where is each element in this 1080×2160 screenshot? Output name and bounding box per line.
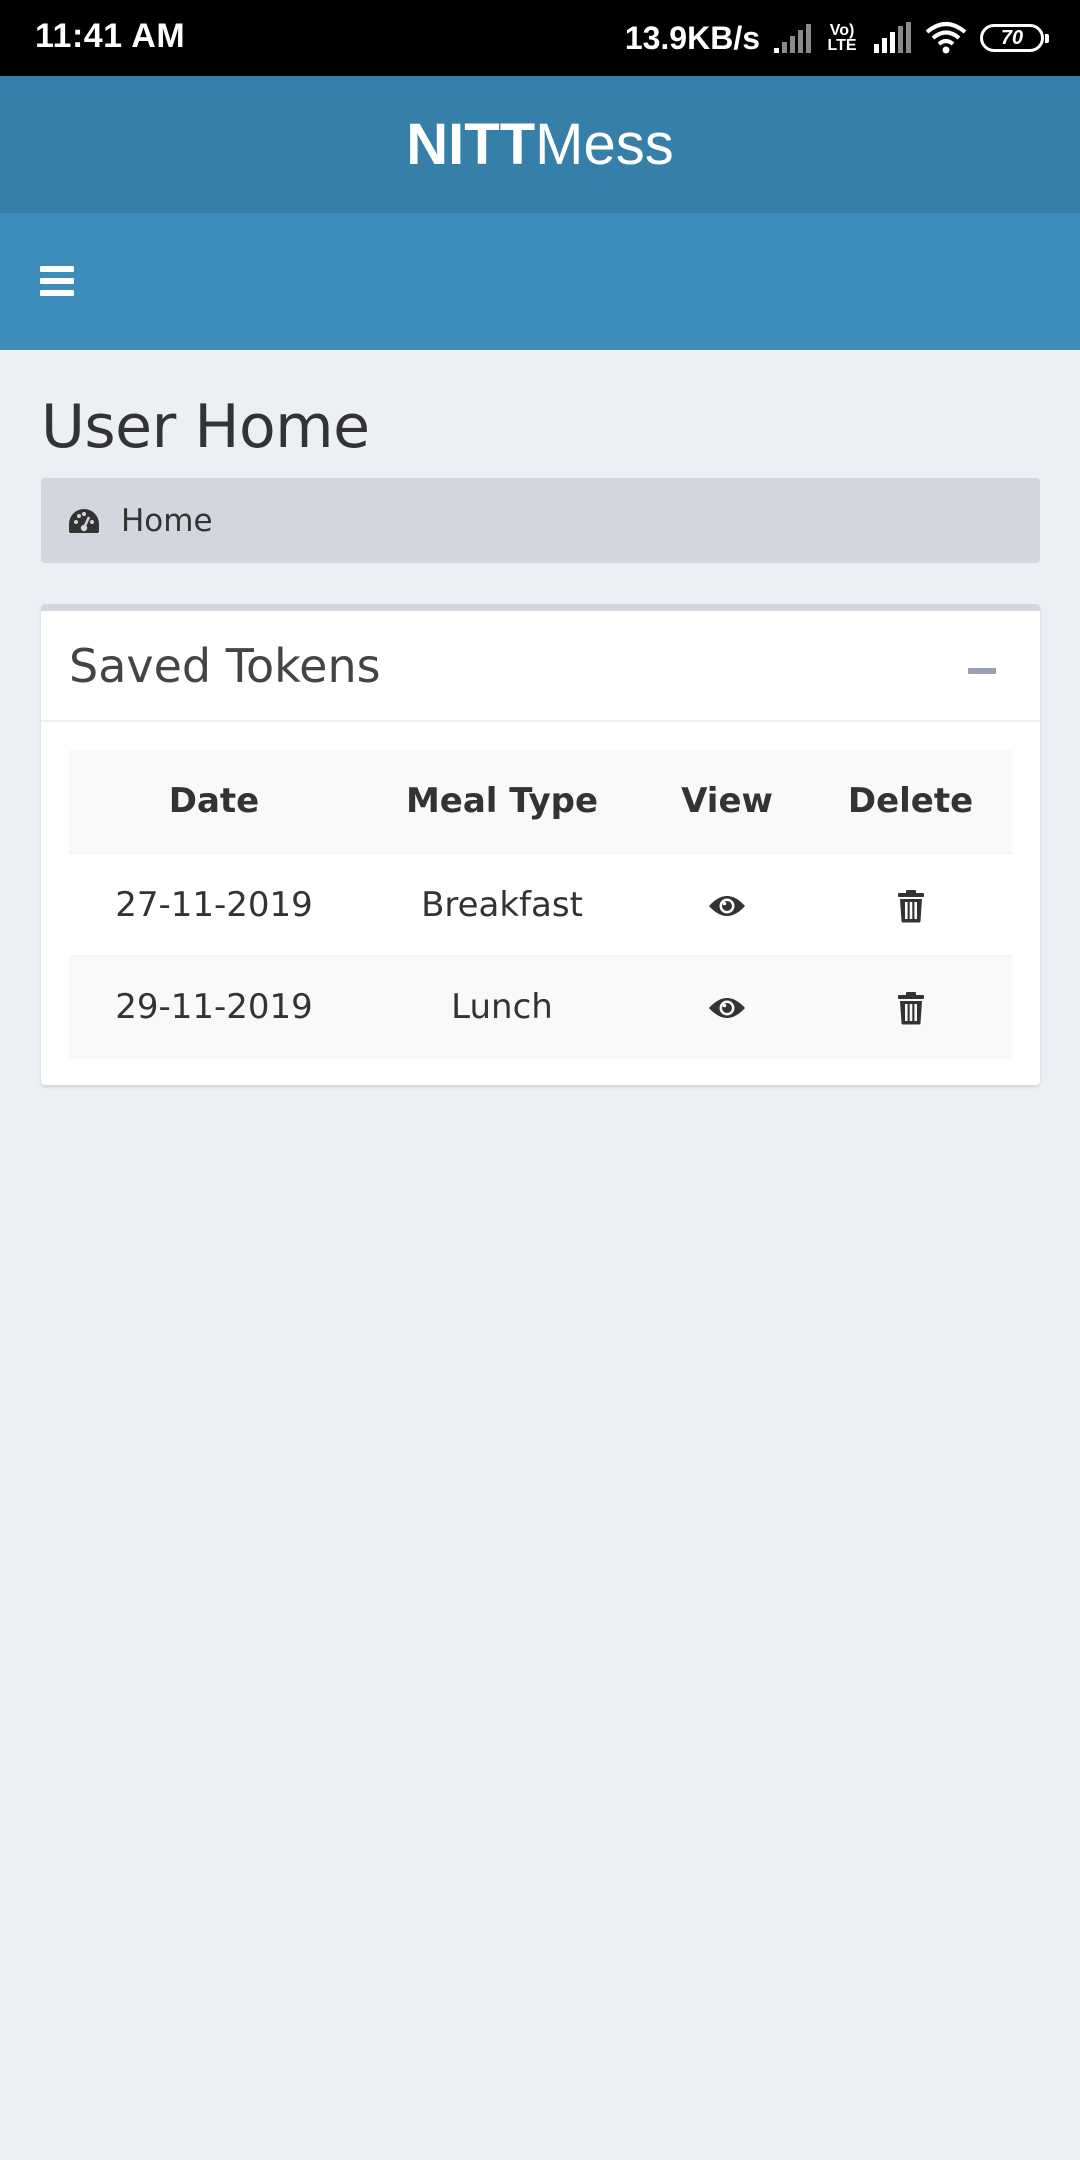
logo-light-text: Mess	[535, 112, 674, 177]
status-indicators: 13.9KB/s Vo) LTE 70	[624, 14, 1049, 62]
minus-icon	[968, 668, 996, 674]
token-date: 27-11-2019	[69, 853, 359, 956]
delete-cell	[809, 955, 1012, 1058]
column-header-meal-type: Meal Type	[359, 750, 645, 854]
signal-icon	[774, 24, 811, 53]
status-time: 11:41 AM	[35, 17, 186, 55]
eye-icon[interactable]	[707, 893, 747, 919]
column-header-date: Date	[69, 750, 359, 854]
token-date: 29-11-2019	[69, 955, 359, 1058]
table-row: 29-11-2019 Lunch	[69, 955, 1012, 1058]
volte-icon: Vo) LTE	[824, 22, 860, 54]
page-title: User Home	[41, 392, 370, 462]
status-bar: 11:41 AM 13.9KB/s Vo) LTE 70	[0, 0, 1080, 76]
box-title: Saved Tokens	[69, 639, 381, 693]
network-speed: 13.9KB/s	[624, 19, 760, 56]
trash-icon[interactable]	[897, 889, 925, 923]
box-header: Saved Tokens	[41, 611, 1040, 722]
table-row: 27-11-2019 Breakfast	[69, 853, 1012, 956]
saved-tokens-box: Saved Tokens Date Meal Type View Delete …	[41, 604, 1040, 1085]
view-cell	[645, 955, 809, 1058]
column-header-delete: Delete	[809, 750, 1012, 854]
token-meal-type: Breakfast	[359, 853, 645, 956]
volte-line-1: Vo)	[829, 22, 855, 39]
wifi-icon	[925, 22, 967, 54]
app-logo[interactable]: NITT Mess	[0, 76, 1080, 213]
column-header-view: View	[645, 750, 809, 854]
hamburger-menu-icon[interactable]	[40, 266, 74, 296]
top-navbar	[0, 213, 1080, 350]
breadcrumb-home-link[interactable]: Home	[121, 503, 213, 539]
token-meal-type: Lunch	[359, 955, 645, 1058]
trash-icon[interactable]	[897, 991, 925, 1025]
table-header-row: Date Meal Type View Delete	[69, 750, 1012, 854]
view-cell	[645, 853, 809, 956]
eye-icon[interactable]	[707, 995, 747, 1021]
dashboard-gauge-icon	[69, 508, 99, 533]
delete-cell	[809, 853, 1012, 956]
breadcrumb: Home	[41, 478, 1040, 563]
saved-tokens-table: Date Meal Type View Delete 27-11-2019 Br…	[69, 750, 1012, 1058]
logo-bold-text: NITT	[406, 112, 536, 177]
signal-icon	[874, 22, 911, 53]
collapse-button[interactable]	[952, 641, 1012, 697]
volte-line-2: LTE	[827, 37, 857, 54]
battery-icon: 70	[980, 24, 1049, 52]
